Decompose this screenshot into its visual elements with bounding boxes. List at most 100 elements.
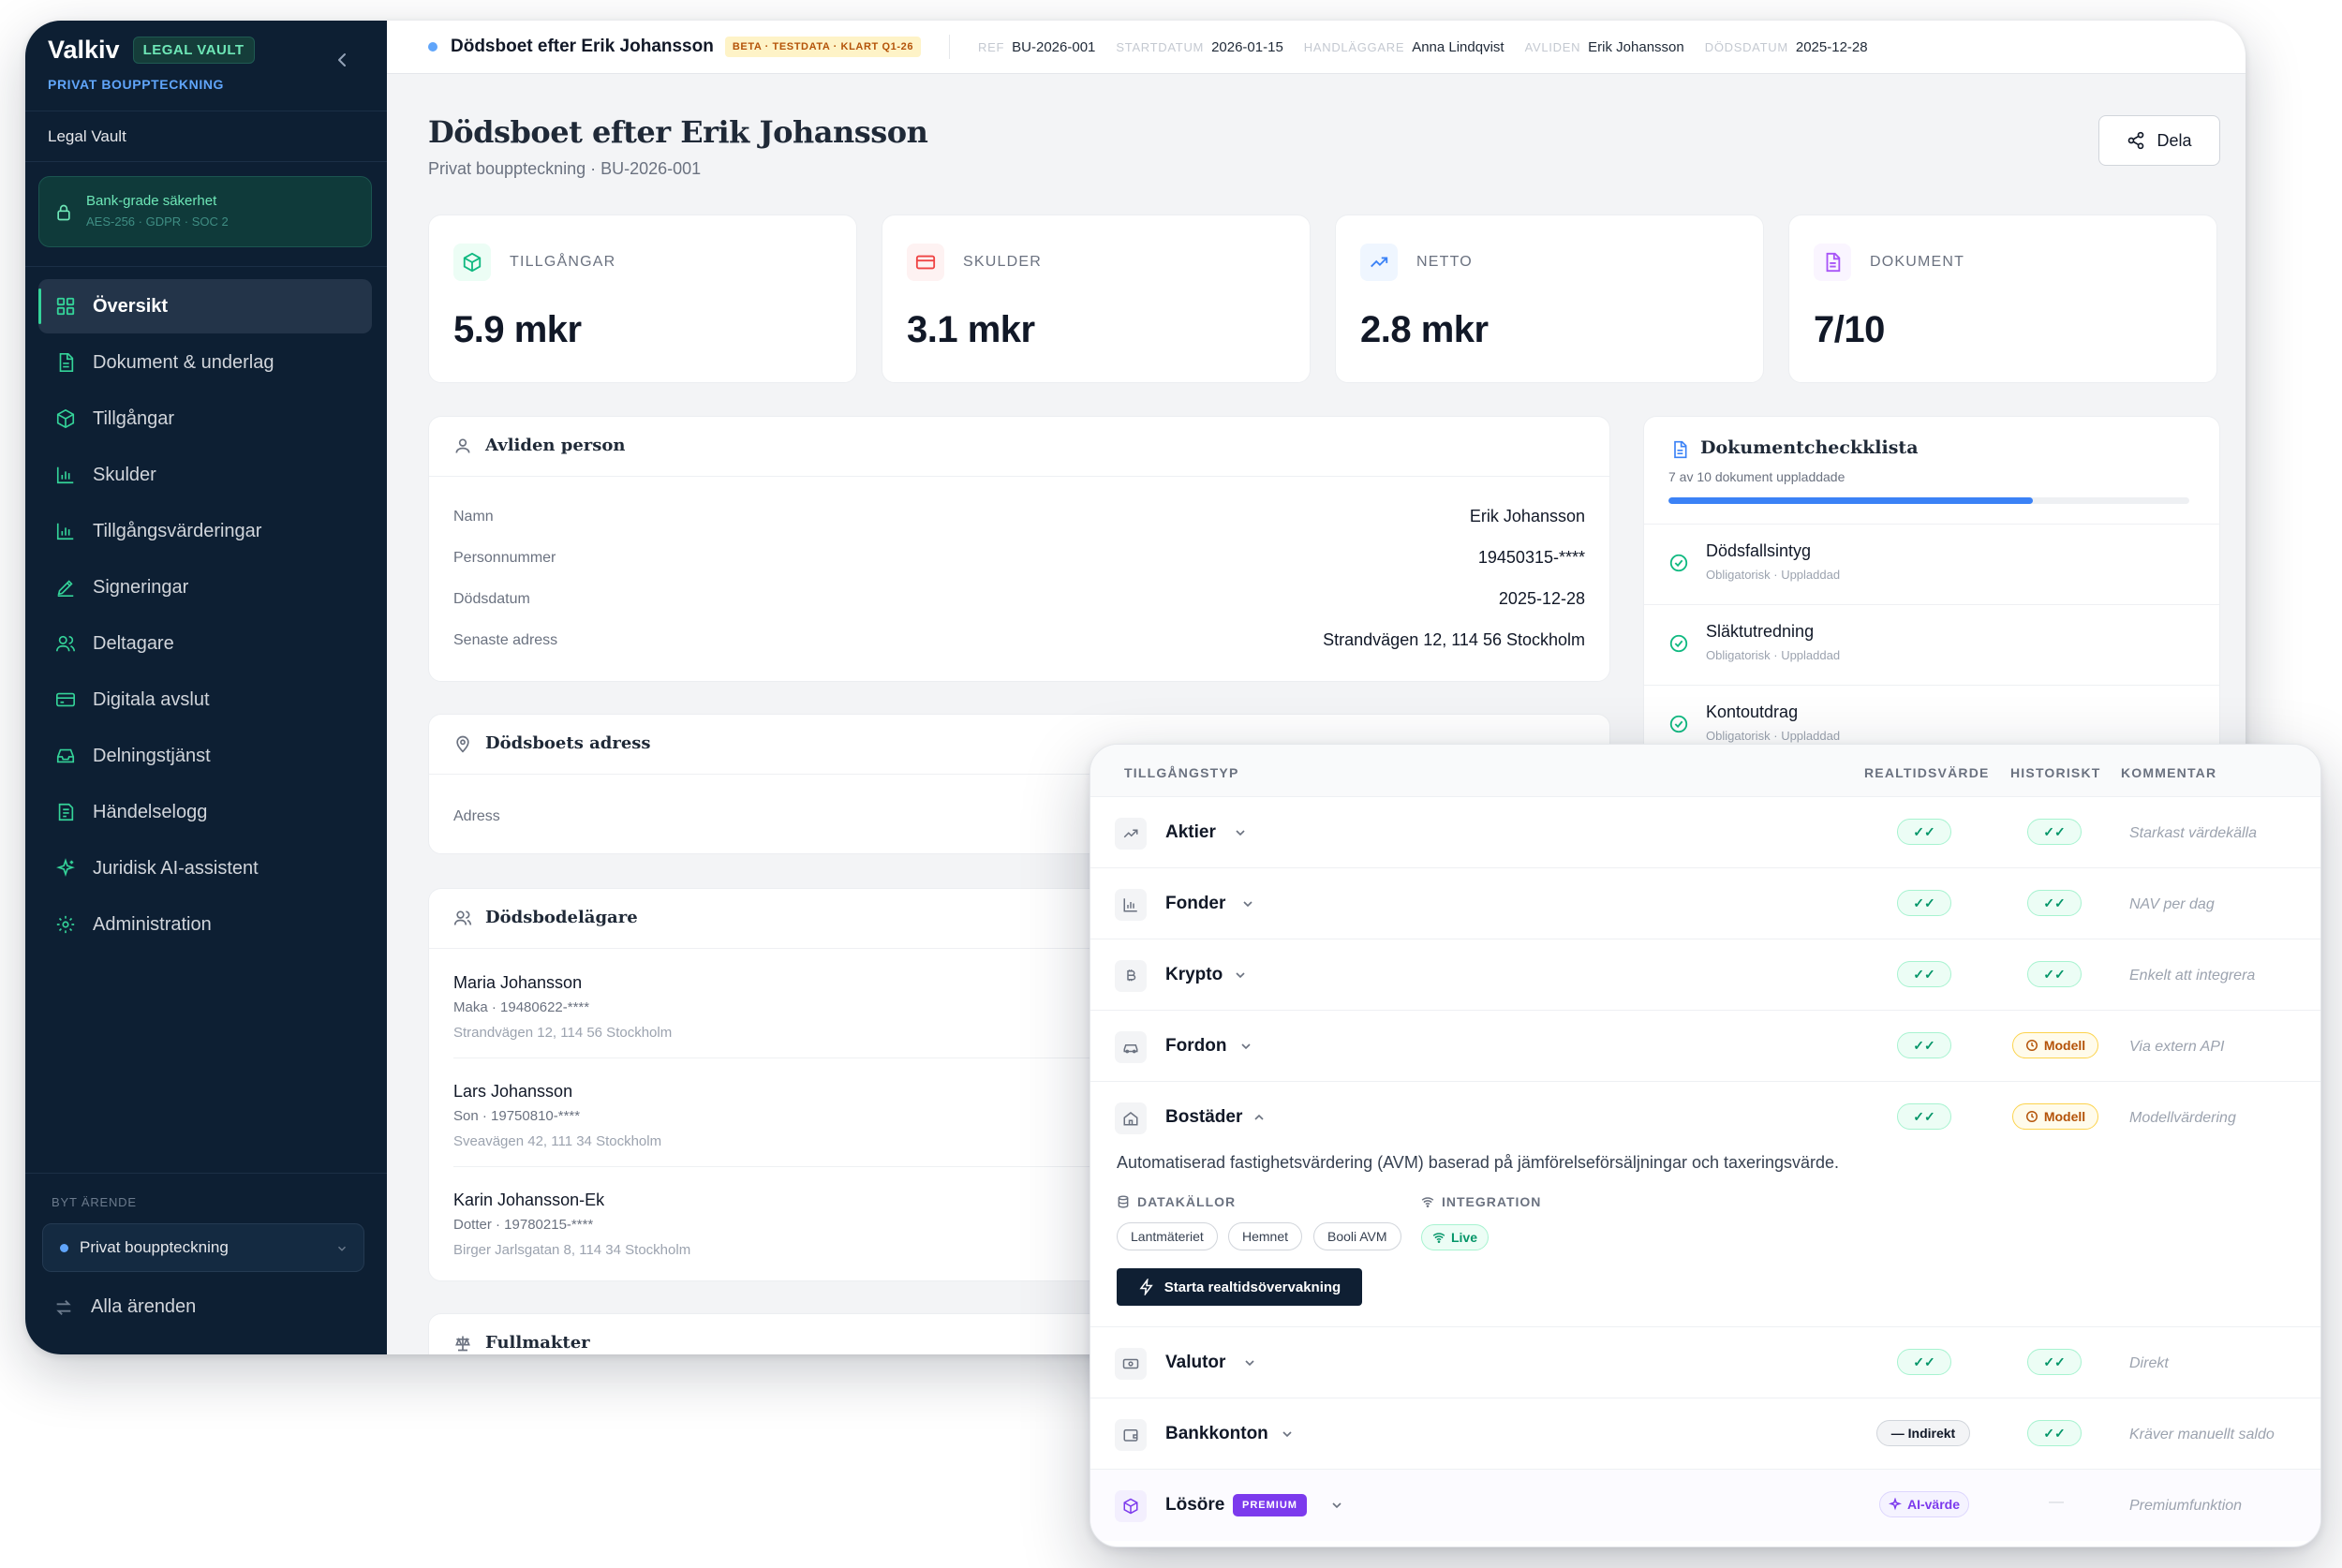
vault-label: Legal Vault: [48, 127, 126, 145]
document-icon: [1674, 440, 1687, 459]
meta-key: REF: [978, 39, 1005, 54]
asset-row-valutor[interactable]: Valutor ✓✓ ✓✓ Direkt: [1090, 1327, 2320, 1398]
sidebar-item-deltagare[interactable]: Deltagare: [38, 616, 372, 671]
chevron-down-icon[interactable]: [1238, 1039, 1253, 1054]
sidebar-item-signeringar[interactable]: Signeringar: [38, 560, 372, 614]
sidebar-item-tillgangar[interactable]: Tillgångar: [38, 392, 372, 446]
chevron-down-icon[interactable]: [1233, 968, 1248, 983]
asset-row-fordon[interactable]: Fordon ✓✓ Modell Via extern API: [1090, 1011, 2320, 1082]
meta-startdatum: STARTDATUM 2026-01-15: [1116, 39, 1282, 55]
asset-name: Aktier: [1165, 822, 1216, 842]
meta-handlaggare: HANDLÄGGARE Anna Lindqvist: [1304, 39, 1505, 55]
brand: Valkiv LEGAL VAULT: [48, 36, 255, 65]
brand-subtitle: PRIVAT BOUPPTECKNING: [48, 77, 225, 92]
model-label: Modell: [2043, 1109, 2086, 1124]
box-icon: [453, 244, 491, 281]
meta-key: DÖDSDATUM: [1704, 39, 1788, 54]
source-chip: Booli AVM: [1313, 1222, 1401, 1250]
asset-details-bostader: Automatiserad fastighetsvärdering (AVM) …: [1090, 1149, 2320, 1327]
trend-up-icon: [1360, 244, 1398, 281]
asset-comment: Starkast värdekälla: [2129, 825, 2258, 841]
chevron-down-icon[interactable]: [1329, 1498, 1344, 1513]
card-header: Dödsboets adress: [453, 733, 651, 753]
all-cases-link[interactable]: Alla ärenden: [53, 1296, 196, 1318]
wifi-icon: [1421, 1197, 1434, 1207]
users-icon: [56, 635, 75, 652]
chevron-left-icon[interactable]: [331, 49, 353, 71]
card-header: Avliden person: [453, 436, 626, 455]
card-title: Avliden person: [485, 436, 626, 455]
sidebar-item-ai-assistent[interactable]: Juridisk AI-assistent: [38, 841, 372, 895]
sidebar-item-label: Dokument & underlag: [93, 351, 274, 373]
model-label: Modell: [2043, 1038, 2086, 1053]
chevron-down-icon[interactable]: [1242, 1355, 1257, 1370]
checklist-item-status: Obligatorisk · Uppladdad: [1706, 568, 1841, 582]
checklist-item[interactable]: Släktutredning Obligatorisk · Uppladdad: [1644, 604, 2219, 685]
meta-value: BU-2026-001: [1012, 38, 1096, 55]
sidebar-item-label: Tillgångsvärderingar: [93, 520, 262, 541]
meta-value: 2025-12-28: [1795, 38, 1868, 55]
heir-role: Son · 19750810-****: [453, 1108, 581, 1124]
sidebar-item-label: Översikt: [93, 295, 169, 317]
id-card-icon: [56, 692, 75, 707]
bar-chart-icon: [1115, 889, 1147, 921]
top-bar: Dödsboet efter Erik Johansson BETA · TES…: [387, 21, 2246, 74]
asset-row-bankkonton[interactable]: Bankkonton — Indirekt ✓✓ Kräver manuellt…: [1090, 1398, 2320, 1470]
historic-ok-badge: ✓✓: [2027, 819, 2082, 845]
kpi-label: TILLGÅNGAR: [510, 254, 616, 270]
box-icon: [1115, 1490, 1147, 1522]
integration-label: INTEGRATION: [1421, 1194, 1541, 1209]
banknote-icon: [1115, 1348, 1147, 1380]
sidebar-item-dokument[interactable]: Dokument & underlag: [38, 335, 372, 390]
sidebar-item-tillgangsvarderingar[interactable]: Tillgångsvärderingar: [38, 504, 372, 558]
heir-name: Lars Johansson: [453, 1082, 573, 1101]
asset-row-losore[interactable]: Lösöre PREMIUM AI-värde — Premiumfunktio…: [1090, 1470, 2320, 1541]
asset-comment: Modellvärdering: [2129, 1110, 2236, 1126]
field-value: Erik Johansson: [1469, 507, 1585, 525]
page-subtitle: Privat bouppteckning · BU-2026-001: [428, 159, 702, 178]
asset-name: Fordon: [1165, 1036, 1227, 1056]
checklist-item-name: Släktutredning: [1706, 622, 1815, 641]
data-sources-label: DATAKÄLLOR: [1117, 1194, 1236, 1209]
kpi-value: 7/10: [1814, 309, 1885, 350]
sidebar-nav: Översikt Dokument & underlag Tillgångar …: [38, 279, 372, 954]
log-icon: [58, 803, 74, 821]
sidebar-item-label: Administration: [93, 913, 212, 935]
case-select[interactable]: Privat bouppteckning: [42, 1223, 364, 1272]
bar-chart-icon: [56, 466, 74, 484]
heir-name: Maria Johansson: [453, 973, 583, 992]
asset-row-aktier[interactable]: Aktier ✓✓ ✓✓ Starkast värdekälla: [1090, 797, 2320, 868]
chevron-down-icon[interactable]: [1280, 1427, 1295, 1442]
asset-name: Valutor: [1165, 1353, 1226, 1372]
start-monitoring-button[interactable]: Starta realtidsövervakning: [1117, 1268, 1362, 1306]
kpi-label: SKULDER: [963, 254, 1042, 270]
sidebar-item-label: Händelselogg: [93, 801, 208, 822]
sidebar-item-oversikt[interactable]: Översikt: [38, 279, 372, 333]
sidebar-item-administration[interactable]: Administration: [38, 897, 372, 952]
realtime-ok-badge: ✓✓: [1897, 1032, 1951, 1058]
chevron-down-icon[interactable]: [1240, 896, 1255, 911]
sidebar-item-skulder[interactable]: Skulder: [38, 448, 372, 502]
chevron-down-icon[interactable]: [1233, 825, 1248, 840]
sidebar-item-digitala-avslut[interactable]: Digitala avslut: [38, 673, 372, 727]
asset-row-bostader[interactable]: Bostäder ✓✓ Modell Modellvärdering: [1090, 1082, 2320, 1153]
checklist-item[interactable]: Dödsfallsintyg Obligatorisk · Uppladdad: [1644, 524, 2219, 604]
meta-avliden: AVLIDEN Erik Johansson: [1525, 39, 1684, 55]
sidebar-item-handelselogg[interactable]: Händelselogg: [38, 785, 372, 839]
credit-card-icon: [907, 244, 944, 281]
brand-badge: LEGAL VAULT: [132, 37, 255, 64]
chevron-up-icon[interactable]: [1252, 1110, 1267, 1125]
asset-row-krypto[interactable]: Krypto ✓✓ ✓✓ Enkelt att integrera: [1090, 939, 2320, 1011]
heir-address: Sveavägen 42, 111 34 Stockholm: [453, 1133, 662, 1149]
sidebar-item-delningstjanst[interactable]: Delningstjänst: [38, 729, 372, 783]
card-title: Fullmakter: [485, 1333, 590, 1353]
share-button[interactable]: Dela: [2098, 115, 2220, 166]
asset-row-fonder[interactable]: Fonder ✓✓ ✓✓ NAV per dag: [1090, 868, 2320, 939]
sidebar: Valkiv LEGAL VAULT PRIVAT BOUPPTECKNING …: [25, 21, 387, 1354]
grid-icon: [56, 297, 75, 316]
scale-icon: [455, 1336, 470, 1351]
divider: [429, 476, 1609, 477]
status-dot: [60, 1243, 68, 1252]
chevron-down-icon: [337, 1246, 347, 1251]
asset-comment: Kräver manuellt saldo: [2129, 1427, 2275, 1442]
